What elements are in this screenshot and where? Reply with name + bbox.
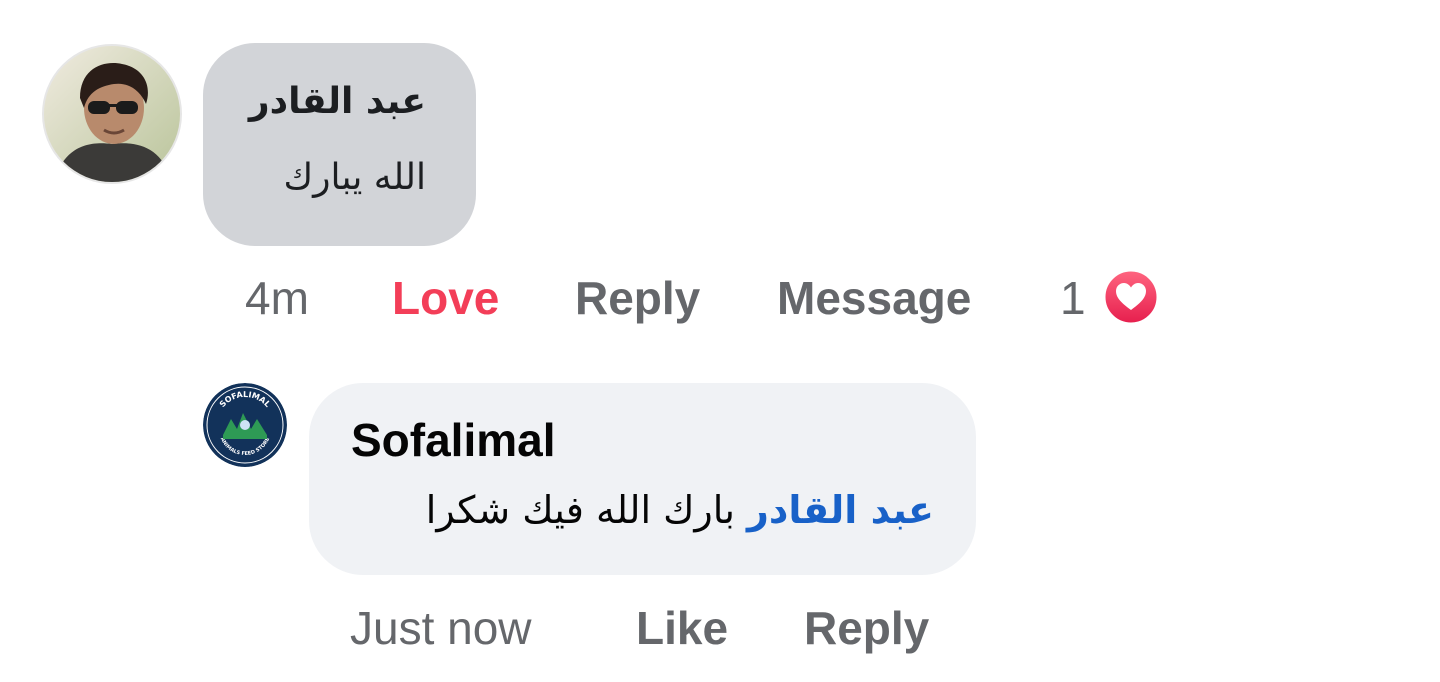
reply-reply-button[interactable]: Reply: [804, 605, 929, 651]
reply-author-name[interactable]: Sofalimal: [351, 413, 556, 467]
avatar-photo: [44, 46, 180, 182]
heart-icon[interactable]: [1102, 268, 1160, 326]
reply-timestamp[interactable]: Just now: [350, 605, 532, 651]
like-button[interactable]: Like: [636, 605, 728, 651]
commenter-avatar[interactable]: [42, 44, 182, 184]
reply-text: عبد القادر بارك الله فيك شكرا: [426, 488, 934, 532]
comment-author-name[interactable]: عبد القادر: [249, 81, 426, 122]
comment-bubble[interactable]: عبد القادر الله يبارك: [203, 43, 476, 246]
reaction-count[interactable]: 1: [1060, 275, 1086, 321]
message-button[interactable]: Message: [777, 275, 971, 321]
reply-message: بارك الله فيك شكرا: [425, 488, 735, 532]
mention-link[interactable]: عبد القادر: [747, 488, 934, 532]
comment-timestamp[interactable]: 4m: [245, 275, 309, 321]
reply-bubble[interactable]: Sofalimal عبد القادر بارك الله فيك شكرا: [309, 383, 976, 575]
love-reaction-button[interactable]: Love: [392, 275, 499, 321]
comment-text: الله يبارك: [283, 157, 426, 198]
page-avatar-logo[interactable]: SOFALIMAL ANIMALS FEED STORE: [203, 383, 287, 467]
reply-button[interactable]: Reply: [575, 275, 700, 321]
sofalimal-logo-icon: SOFALIMAL ANIMALS FEED STORE: [203, 383, 287, 467]
